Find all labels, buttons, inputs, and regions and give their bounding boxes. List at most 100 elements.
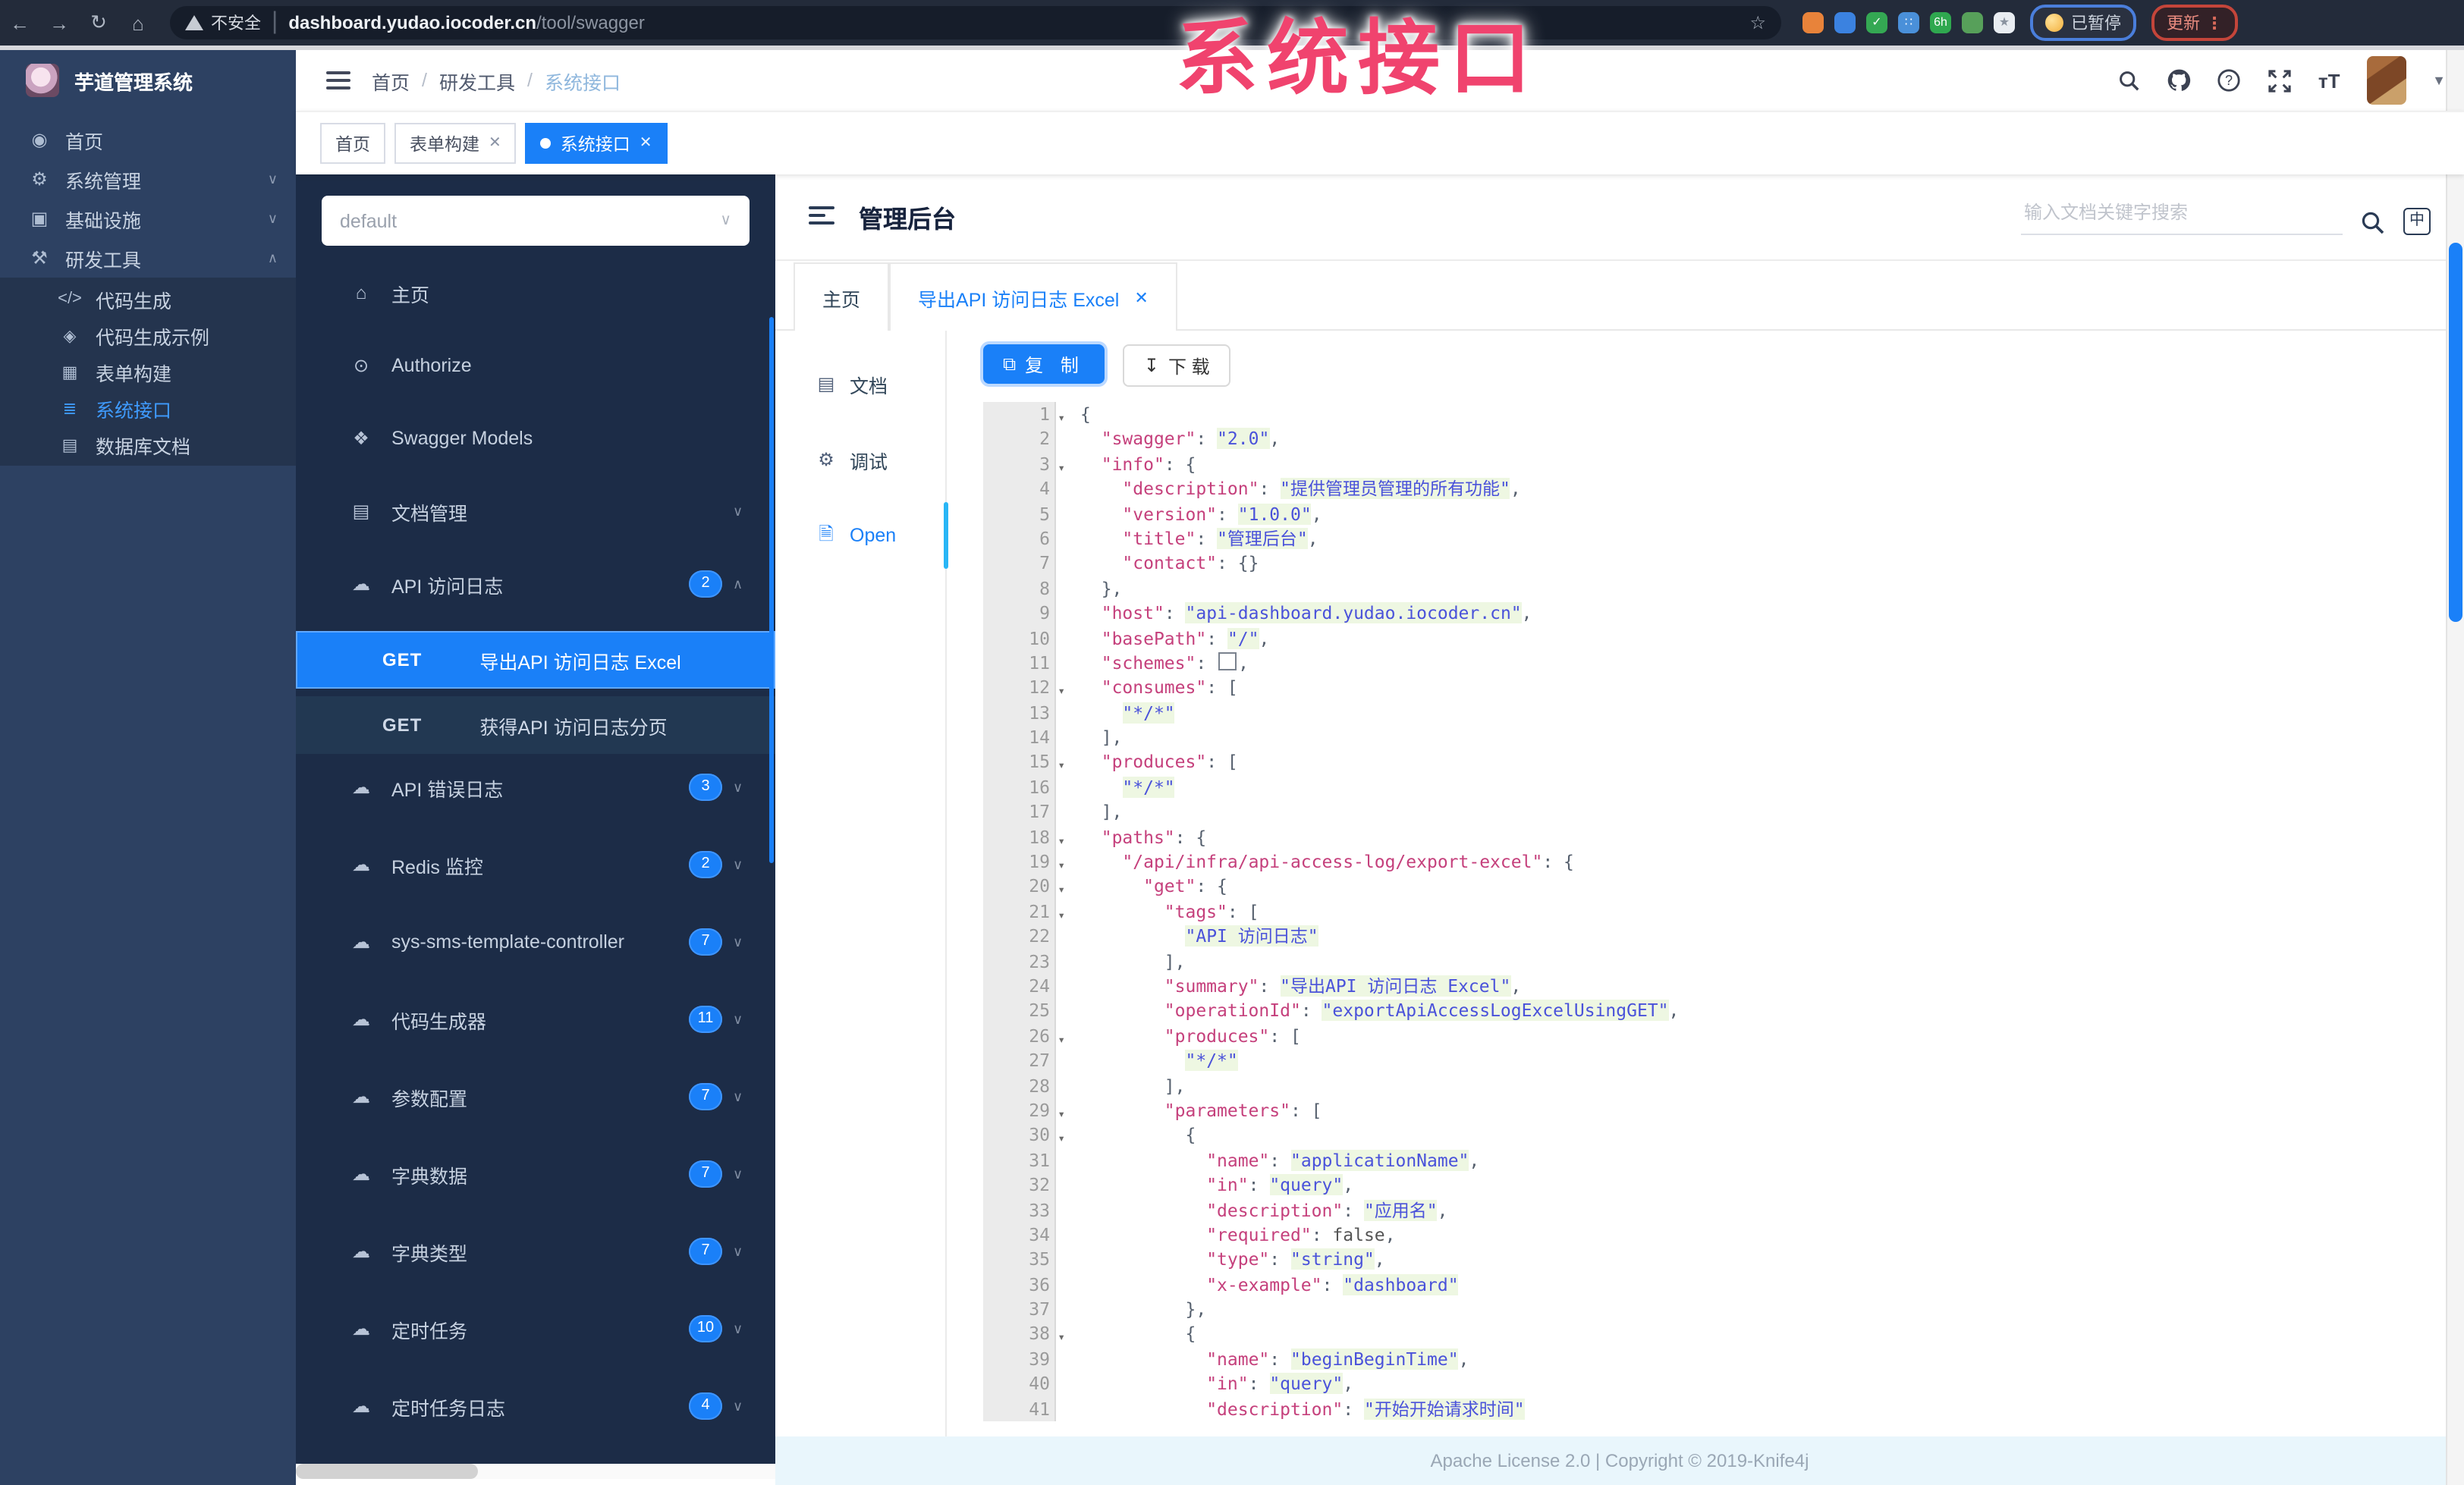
- api-nav-Authorize[interactable]: ⊙ Authorize: [296, 340, 775, 391]
- rail-item-Open[interactable]: 🗎 Open: [775, 502, 948, 569]
- cloud-icon: ⊙: [353, 355, 369, 376]
- doc-search-input[interactable]: 输入文档关键字搜索: [2021, 198, 2343, 234]
- api-operation[interactable]: GET 获得API 访问日志分页: [296, 696, 775, 754]
- chevron-down-icon[interactable]: ▼: [2432, 73, 2446, 88]
- api-group-定时任务日志[interactable]: ☁ 定时任务日志 4 ∨: [296, 1380, 775, 1432]
- doc-search-icon[interactable]: [2361, 210, 2385, 234]
- api-group-sys-sms-template-controller[interactable]: ☁ sys-sms-template-controller 7 ∨: [296, 916, 775, 968]
- sidebar-item-系统管理[interactable]: ⚙ 系统管理 ∨: [0, 159, 296, 199]
- menu-fold-icon[interactable]: [809, 206, 834, 226]
- close-icon[interactable]: ✕: [489, 135, 501, 152]
- line-number: 5: [983, 501, 1056, 526]
- sidebar-toggle-icon[interactable]: [326, 71, 350, 89]
- api-nav-主页[interactable]: ⌂ 主页: [296, 267, 775, 319]
- api-operation-label: 导出API 访问日志 Excel: [479, 651, 681, 673]
- sidebar-subitem-系统接口[interactable]: ≣ 系统接口: [0, 390, 296, 426]
- doc-rail: ▤ 文档 ⚙ 调试 🗎 Open: [775, 331, 948, 1436]
- api-nav-Swagger Models[interactable]: ❖ Swagger Models: [296, 413, 775, 464]
- tag-系统接口[interactable]: 系统接口 ✕: [525, 123, 668, 164]
- api-nav-文档管理[interactable]: ▤ 文档管理 ∨: [296, 485, 775, 537]
- fold-caret-icon[interactable]: ▾: [1058, 1028, 1065, 1053]
- bookmark-star-icon[interactable]: ☆: [1749, 12, 1766, 33]
- api-nav-API 访问日志[interactable]: ☁ API 访问日志 2 ∧: [296, 558, 775, 610]
- forward-icon[interactable]: →: [39, 11, 79, 34]
- line-number: 27: [983, 1048, 1056, 1074]
- fold-caret-icon[interactable]: ▾: [1058, 407, 1065, 432]
- security-label[interactable]: 不安全: [211, 11, 261, 35]
- page-scrollbar-thumb[interactable]: [2449, 243, 2462, 622]
- breadcrumb-item[interactable]: 研发工具: [439, 66, 515, 95]
- browser-menu-icon[interactable]: ⋮: [2206, 13, 2223, 33]
- api-group-select[interactable]: default ∨: [322, 196, 750, 246]
- page-scrollbar[interactable]: [2446, 50, 2464, 1485]
- github-icon[interactable]: [2167, 68, 2191, 93]
- line-number: 12 ▾: [983, 675, 1065, 701]
- count-badge: 7: [689, 1238, 722, 1265]
- json-editor[interactable]: 1 ▾{2 "swagger": "2.0", 3 ▾ "info": {4 "des…: [983, 402, 2464, 1436]
- api-group-代码生成器[interactable]: ☁ 代码生成器 11 ∨: [296, 994, 775, 1045]
- font-size-icon[interactable]: тT: [2317, 68, 2341, 93]
- tag-表单构建[interactable]: 表单构建 ✕: [394, 123, 517, 164]
- close-icon[interactable]: ✕: [1134, 287, 1148, 307]
- sidebar-subitem-数据库文档[interactable]: ▤ 数据库文档: [0, 426, 296, 463]
- sidebar-item-研发工具[interactable]: ⚒ 研发工具 ∧: [0, 238, 296, 278]
- fold-caret-icon[interactable]: ▾: [1058, 457, 1065, 482]
- rail-item-文档[interactable]: ▤ 文档: [775, 358, 945, 410]
- fold-caret-icon[interactable]: ▾: [1058, 755, 1065, 780]
- sidebar-subitem-代码生成[interactable]: </> 代码生成: [0, 281, 296, 317]
- api-group-参数配置[interactable]: ☁ 参数配置 7 ∨: [296, 1071, 775, 1122]
- ext-white-star-icon[interactable]: ★: [1994, 12, 2015, 33]
- language-icon[interactable]: 中: [2403, 207, 2431, 234]
- ext-green-leaf-icon[interactable]: [1962, 12, 1983, 33]
- reload-icon[interactable]: ↻: [79, 11, 118, 35]
- ext-green-circle-icon[interactable]: ✓: [1866, 12, 1887, 33]
- ext-blue-grid-icon[interactable]: ∷: [1898, 12, 1919, 33]
- update-chip[interactable]: 更新 ⋮: [2151, 5, 2238, 41]
- fold-caret-icon[interactable]: ▾: [1058, 680, 1065, 705]
- sidebar-subitem-表单构建[interactable]: ▦ 表单构建: [0, 353, 296, 390]
- copy-button[interactable]: ⧉ 复 制: [983, 344, 1105, 384]
- profile-chip[interactable]: 已暂停: [2030, 5, 2136, 41]
- ext-orange-icon[interactable]: [1802, 12, 1824, 33]
- api-operation[interactable]: GET 导出API 访问日志 Excel: [296, 631, 775, 689]
- doc-tab-导出API 访问日志 Excel[interactable]: 导出API 访问日志 Excel ✕: [889, 262, 1177, 331]
- api-panel-scrollbar[interactable]: [769, 317, 774, 863]
- tag-首页[interactable]: 首页: [320, 123, 385, 164]
- code-text: "version": "1.0.0",: [1122, 503, 1322, 525]
- logo-row[interactable]: 芋道管理系统: [0, 50, 296, 111]
- search-icon[interactable]: [2117, 68, 2141, 93]
- rail-item-调试[interactable]: ⚙ 调试: [775, 434, 945, 485]
- ext-blue-drop-icon[interactable]: [1834, 12, 1856, 33]
- logo-image: [26, 64, 59, 97]
- api-group-Redis 监控[interactable]: ☁ Redis 监控 2 ∨: [296, 839, 775, 890]
- fold-caret-icon[interactable]: ▾: [1058, 1326, 1065, 1352]
- sidebar-item-基础设施[interactable]: ▣ 基础设施 ∨: [0, 199, 296, 238]
- home-icon[interactable]: ⌂: [118, 11, 158, 34]
- api-group-定时任务[interactable]: ☁ 定时任务 10 ∨: [296, 1303, 775, 1355]
- fold-caret-icon[interactable]: ▾: [1058, 854, 1065, 879]
- doc-tab-主页[interactable]: 主页: [794, 262, 890, 331]
- empty-array-fold-icon[interactable]: [1218, 651, 1237, 670]
- back-icon[interactable]: ←: [0, 11, 39, 34]
- fold-caret-icon[interactable]: ▾: [1058, 829, 1065, 854]
- fold-caret-icon[interactable]: ▾: [1058, 879, 1065, 904]
- api-group-字典数据[interactable]: ☁ 字典数据 7 ∨: [296, 1148, 775, 1200]
- api-group-API 错误日志[interactable]: ☁ API 错误日志 3 ∨: [296, 761, 775, 813]
- help-icon[interactable]: ?: [2217, 68, 2241, 93]
- code-text: "summary": "导出API 访问日志 Excel",: [1164, 975, 1522, 997]
- code-text: "*/*": [1122, 776, 1175, 798]
- fullscreen-icon[interactable]: [2267, 68, 2291, 93]
- api-group-字典类型[interactable]: ☁ 字典类型 7 ∨: [296, 1226, 775, 1277]
- api-panel-hscrollbar[interactable]: [296, 1464, 775, 1479]
- ext-6h-icon[interactable]: 6h: [1930, 12, 1951, 33]
- download-button[interactable]: ↧ 下 载: [1122, 344, 1231, 387]
- breadcrumb-item[interactable]: 首页: [372, 66, 410, 95]
- sidebar-item-首页[interactable]: ◉ 首页: [0, 120, 296, 159]
- fold-caret-icon[interactable]: ▾: [1058, 1103, 1065, 1128]
- avatar[interactable]: [2367, 56, 2407, 105]
- fold-caret-icon[interactable]: ▾: [1058, 1128, 1065, 1153]
- sidebar-subitem-代码生成示例[interactable]: ◈ 代码生成示例: [0, 317, 296, 353]
- fold-caret-icon[interactable]: ▾: [1058, 904, 1065, 929]
- line-number: 9: [983, 601, 1056, 626]
- close-icon[interactable]: ✕: [640, 135, 652, 152]
